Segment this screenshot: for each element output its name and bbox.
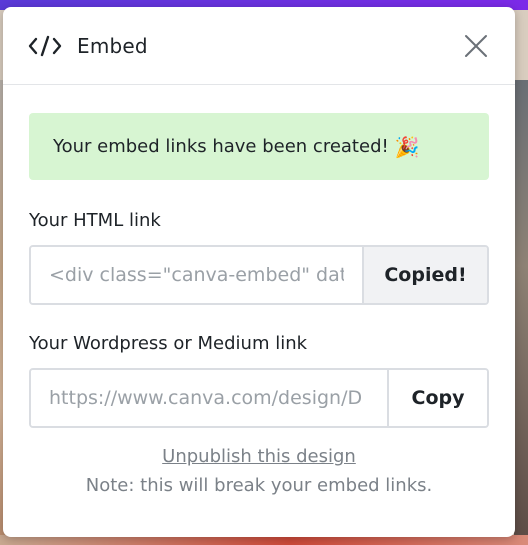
party-popper-icon: 🎉 bbox=[394, 134, 420, 159]
close-button[interactable] bbox=[461, 31, 491, 61]
code-icon bbox=[27, 35, 63, 57]
wordpress-link-input[interactable] bbox=[31, 370, 387, 426]
wordpress-link-field: Copy bbox=[29, 368, 489, 428]
dialog-body: Your embed links have been created! 🎉 Yo… bbox=[3, 85, 515, 496]
success-message: Your embed links have been created! bbox=[53, 136, 389, 157]
copy-button[interactable]: Copy bbox=[387, 370, 487, 426]
unpublish-note: Note: this will break your embed links. bbox=[85, 475, 433, 496]
dialog-title: Embed bbox=[77, 33, 148, 58]
unpublish-link[interactable]: Unpublish this design bbox=[162, 446, 356, 467]
embed-dialog: Embed Your embed links have been created… bbox=[3, 7, 515, 537]
copied-button[interactable]: Copied! bbox=[362, 247, 487, 303]
html-link-field: Copied! bbox=[29, 245, 489, 305]
dialog-header: Embed bbox=[3, 7, 515, 85]
close-icon bbox=[465, 34, 487, 57]
html-link-label: Your HTML link bbox=[29, 210, 161, 231]
success-banner: Your embed links have been created! 🎉 bbox=[29, 113, 489, 180]
wordpress-link-label: Your Wordpress or Medium link bbox=[29, 333, 308, 354]
html-link-input[interactable] bbox=[31, 247, 362, 303]
dialog-footer: Unpublish this design Note: this will br… bbox=[29, 446, 489, 496]
background-canvas-right bbox=[514, 80, 528, 545]
